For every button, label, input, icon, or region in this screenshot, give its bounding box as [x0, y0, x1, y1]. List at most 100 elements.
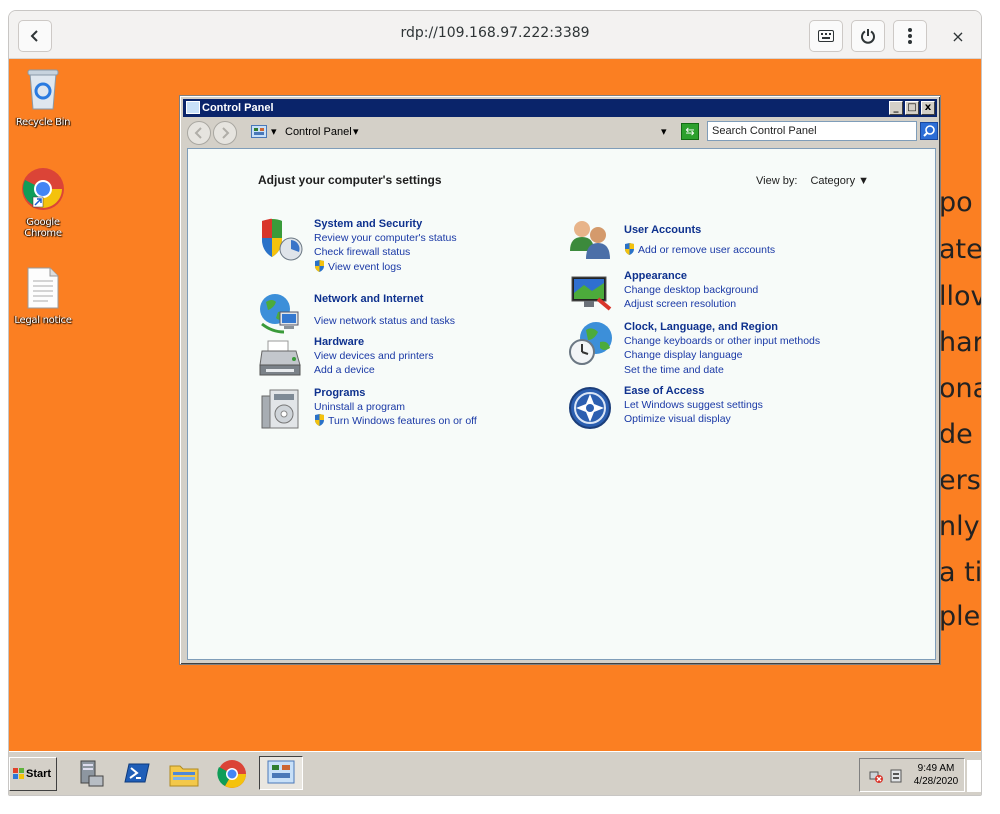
link-change-display-language[interactable]: Change display language [624, 348, 820, 362]
link-check-firewall-status[interactable]: Check firewall status [314, 245, 457, 259]
refresh-button[interactable]: ⇆ [681, 123, 699, 140]
windows-logo-icon [13, 768, 24, 779]
link-review-computer-status[interactable]: Review your computer's status [314, 231, 457, 245]
clock-time: 9:49 AM [917, 763, 955, 774]
link-turn-windows-features[interactable]: Turn Windows features on or off [314, 414, 477, 428]
menu-button[interactable] [893, 20, 927, 52]
category-title-link[interactable]: Network and Internet [314, 292, 455, 306]
powershell-icon [124, 763, 150, 783]
control-panel-icon [186, 101, 200, 114]
link-view-event-logs[interactable]: View event logs [314, 259, 457, 274]
category-title-link[interactable]: Clock, Language, and Region [624, 320, 820, 334]
taskbar: Start 9:49 AM 4/28/2020 [9, 751, 981, 795]
link-let-windows-suggest[interactable]: Let Windows suggest settings [624, 398, 763, 412]
search-input[interactable]: Search Control Panel [707, 121, 917, 141]
uac-shield-icon [625, 243, 634, 255]
view-by-value: Category [810, 175, 856, 187]
clock-date: 4/28/2020 [913, 776, 959, 787]
system-security-icon [262, 218, 303, 261]
category-title-link[interactable]: User Accounts [624, 223, 775, 237]
chrome-icon [217, 760, 246, 788]
window-title-bar[interactable]: Control Panel _ □ x [183, 99, 937, 117]
link-text: Add or remove user accounts [638, 244, 776, 256]
remote-desktop: po ate llov har ona de ers. nly a ti ple Recycle … [9, 59, 982, 751]
refresh-icon: ⇆ [685, 125, 695, 138]
link-uninstall-program[interactable]: Uninstall a program [314, 400, 477, 414]
link-add-remove-users[interactable]: Add or remove user accounts [624, 243, 775, 257]
power-button[interactable] [851, 20, 885, 52]
link-optimize-visual-display[interactable]: Optimize visual display [624, 412, 763, 426]
desktop-icon-recycle-bin[interactable]: Recycle Bin [9, 67, 77, 128]
taskbar-chrome[interactable] [215, 758, 249, 790]
start-button[interactable]: Start [9, 757, 57, 791]
close-icon: × [951, 26, 965, 46]
link-text: Turn Windows features on or off [328, 415, 477, 428]
link-set-time-date[interactable]: Set the time and date [624, 363, 820, 377]
background-text-fragment: po [939, 187, 973, 218]
breadcrumb-control-panel[interactable]: Control Panel [285, 121, 352, 143]
desktop-icon-label: Google Chrome [24, 217, 62, 239]
search-button[interactable] [920, 122, 938, 140]
system-tray: 9:49 AM 4/28/2020 [859, 758, 965, 792]
link-view-devices-printers[interactable]: View devices and printers [314, 349, 433, 363]
breadcrumb-chevron[interactable]: ▾ [353, 121, 359, 143]
back-nav-button[interactable] [187, 121, 211, 145]
address-bar[interactable]: ▾ Control Panel ▾ ▾ [249, 121, 675, 143]
start-label: Start [26, 768, 52, 780]
chrome-icon [22, 168, 64, 210]
keyboard-button[interactable] [809, 20, 843, 52]
recycle-bin-icon [27, 69, 59, 110]
link-adjust-screen-resolution[interactable]: Adjust screen resolution [624, 297, 758, 311]
search-icon [923, 125, 935, 137]
background-text-fragment: ple [939, 601, 981, 632]
category-title-link[interactable]: Hardware [314, 335, 433, 349]
action-center-icon[interactable] [888, 768, 904, 784]
taskbar-file-explorer[interactable] [167, 758, 201, 790]
maximize-button[interactable]: □ [905, 101, 919, 115]
window-title: Control Panel [202, 102, 274, 114]
category-title-link[interactable]: Appearance [624, 269, 758, 283]
address-separator-arrow[interactable]: ▾ [271, 121, 277, 143]
link-change-keyboards[interactable]: Change keyboards or other input methods [624, 334, 820, 348]
control-panel-icon [267, 760, 295, 784]
category-title-link[interactable]: Programs [314, 386, 477, 400]
vertical-dots-icon [908, 28, 912, 44]
taskbar-control-panel[interactable] [259, 756, 303, 790]
header-bar: rdp://109.168.97.222:3389 × [9, 11, 981, 59]
show-desktop-button[interactable] [967, 760, 981, 792]
clock[interactable]: 9:49 AM 4/28/2020 [908, 762, 964, 788]
uac-shield-icon [315, 414, 324, 427]
network-disconnected-icon[interactable] [868, 768, 884, 784]
address-dropdown-arrow[interactable]: ▾ [661, 121, 667, 143]
control-panel-window: Control Panel _ □ x ▾ Control Panel ▾ ▾ [179, 95, 941, 665]
link-add-a-device[interactable]: Add a device [314, 363, 433, 377]
desktop-icon-legal-notice[interactable]: Legal notice [9, 267, 77, 326]
arrow-right-icon [222, 127, 230, 139]
minimize-button[interactable]: _ [889, 101, 903, 115]
view-by: View by: Category ▼ [756, 175, 869, 187]
background-text-fragment: nly [939, 511, 980, 542]
close-button[interactable]: x [921, 101, 935, 115]
link-change-desktop-background[interactable]: Change desktop background [624, 283, 758, 297]
rdp-client-window: rdp://109.168.97.222:3389 × po ate llov har… [8, 10, 982, 796]
uac-shield-icon [315, 259, 324, 272]
category-title-link[interactable]: System and Security [314, 217, 457, 231]
appearance-icon [571, 276, 612, 311]
link-view-network-status[interactable]: View network status and tasks [314, 314, 455, 328]
file-explorer-icon [169, 765, 199, 787]
ease-of-access-icon [569, 387, 611, 429]
background-text-fragment: llov [939, 281, 982, 312]
taskbar-server-manager[interactable] [73, 758, 107, 790]
desktop-icon-google-chrome[interactable]: Google Chrome [9, 167, 77, 239]
forward-nav-button[interactable] [213, 121, 237, 145]
chevron-down-icon: ▼ [858, 175, 870, 187]
taskbar-powershell[interactable] [119, 758, 153, 790]
desktop-icon-label: Legal notice [14, 315, 72, 326]
view-by-dropdown[interactable]: Category ▼ [810, 175, 869, 187]
desktop-icon-label: Recycle Bin [15, 117, 71, 128]
keyboard-icon [818, 30, 834, 42]
arrow-left-icon [194, 127, 202, 139]
category-title-link[interactable]: Ease of Access [624, 384, 763, 398]
close-button[interactable]: × [947, 25, 969, 47]
background-text-fragment: ona [939, 373, 981, 404]
